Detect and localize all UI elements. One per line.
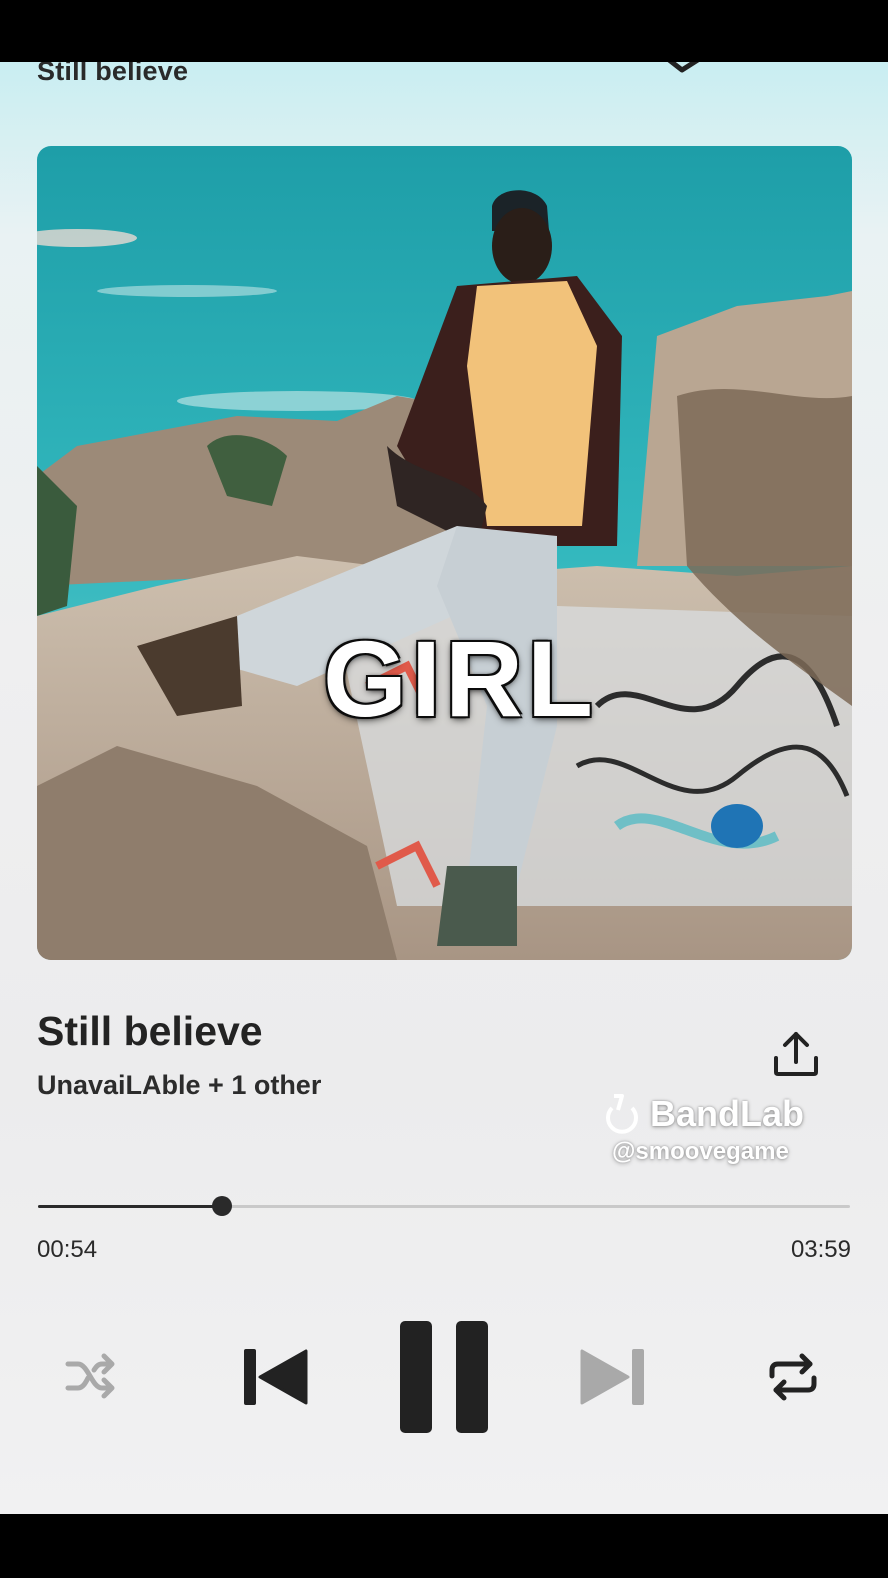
watermark-handle: @smoovegame bbox=[612, 1138, 789, 1165]
time-total: 03:59 bbox=[790, 1236, 851, 1263]
bandlab-watermark: BandLab @smoovegame bbox=[600, 1092, 830, 1166]
progress-thumb[interactable] bbox=[211, 1196, 232, 1216]
player-screen: Still believe GIRL Still believe UnavaiL… bbox=[0, 62, 888, 1514]
pause-icon[interactable] bbox=[400, 1321, 488, 1433]
cover-overlay-text: GIRL bbox=[323, 618, 597, 739]
progress-bar[interactable] bbox=[38, 1196, 850, 1216]
header-title: Still believe bbox=[37, 62, 189, 86]
repeat-icon[interactable] bbox=[766, 1352, 820, 1402]
navigation-bar bbox=[0, 1514, 888, 1578]
album-cover-art bbox=[37, 146, 852, 960]
progress-fill bbox=[38, 1205, 222, 1208]
next-icon[interactable] bbox=[580, 1347, 646, 1407]
watermark-brand: BandLab bbox=[650, 1093, 805, 1134]
bandlab-logo-icon bbox=[606, 1094, 638, 1134]
share-icon[interactable] bbox=[770, 1028, 822, 1080]
shuffle-icon[interactable] bbox=[64, 1352, 116, 1400]
status-bar bbox=[0, 0, 888, 62]
app-frame: Still believe GIRL Still believe UnavaiL… bbox=[0, 0, 888, 1578]
track-title: Still believe bbox=[37, 1008, 263, 1054]
album-cover: GIRL bbox=[37, 146, 852, 960]
track-artist[interactable]: UnavaiLAble + 1 other bbox=[37, 1070, 321, 1101]
time-elapsed: 00:54 bbox=[37, 1236, 98, 1263]
collapse-icon[interactable] bbox=[660, 62, 710, 76]
previous-icon[interactable] bbox=[242, 1347, 308, 1407]
